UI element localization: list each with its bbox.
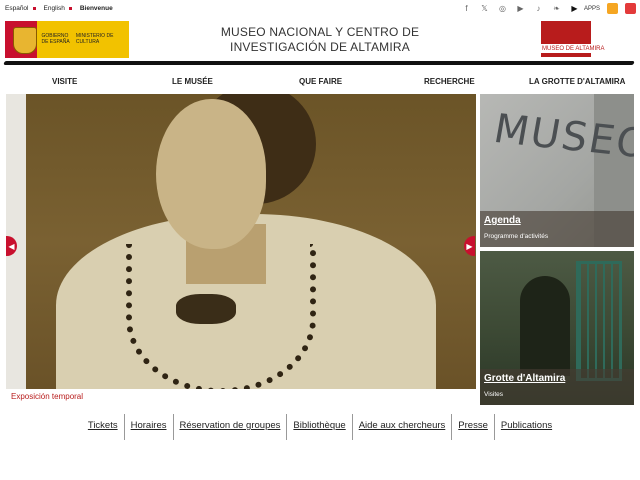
- cave-entrance: [520, 276, 570, 376]
- link-reservation[interactable]: Réservation de groupes: [172, 414, 287, 440]
- bluesky-icon[interactable]: ❧: [551, 3, 562, 14]
- apps-label[interactable]: APPS: [584, 6, 600, 12]
- link-tickets[interactable]: Tickets: [82, 414, 124, 440]
- card-grotte[interactable]: Grotte d'Altamira Visites: [480, 251, 634, 405]
- coat-of-arms-icon: [5, 21, 38, 58]
- play-icon[interactable]: ▶: [569, 3, 580, 14]
- site-title-line-2: INVESTIGACIÓN DE ALTAMIRA: [230, 40, 410, 54]
- x-icon[interactable]: 𝕏: [479, 3, 490, 14]
- museum-logo[interactable]: MUSEO DE ALTAMIRA: [541, 21, 604, 57]
- museum-logo-text: MUSEO DE ALTAMIRA: [542, 46, 605, 52]
- quick-links: Tickets Horaires Réservation de groupes …: [0, 414, 640, 440]
- top-bar: Español English Bienvenue f 𝕏 ◎ ▶ ♪ ❧ ▶ …: [0, 0, 640, 19]
- instagram-icon[interactable]: ◎: [497, 3, 508, 14]
- site-title[interactable]: MUSEO NACIONAL Y CENTRO DE INVESTIGACIÓN…: [200, 25, 440, 55]
- language-switcher: Español English Bienvenue: [5, 5, 113, 12]
- link-bibliotheque[interactable]: Bibliothèque: [286, 414, 351, 440]
- facebook-icon[interactable]: f: [461, 3, 472, 14]
- site-title-line-1: MUSEO NACIONAL Y CENTRO DE: [220, 25, 420, 39]
- link-aide[interactable]: Aide aux chercheurs: [351, 414, 452, 440]
- app-store-icon[interactable]: [607, 3, 618, 14]
- youtube-icon[interactable]: ▶: [515, 3, 526, 14]
- link-horaires[interactable]: Horaires: [123, 414, 173, 440]
- language-fr[interactable]: Bienvenue: [80, 5, 113, 12]
- cave-gate: [576, 261, 622, 381]
- government-logo[interactable]: GOBIERNO DE ESPAÑA MINISTERIO DE CULTURA: [5, 21, 129, 58]
- nav-le-musee[interactable]: LE MUSÉE: [172, 77, 213, 86]
- tiktok-icon[interactable]: ♪: [533, 3, 544, 14]
- card-agenda-subtitle: Programme d'activités: [484, 233, 549, 240]
- separator-icon: [32, 7, 36, 10]
- portrait-face: [156, 99, 266, 249]
- nav-la-grotte[interactable]: LA GROTTE D'ALTAMIRA: [529, 77, 625, 86]
- language-es[interactable]: Español: [5, 5, 36, 12]
- gov-line-1: GOBIERNO DE ESPAÑA: [41, 33, 70, 45]
- nav-visite[interactable]: VISITE: [52, 77, 77, 86]
- hero-caption[interactable]: Exposición temporal: [6, 389, 476, 405]
- card-agenda-title: Agenda: [484, 215, 521, 226]
- hero-caption-text: Exposición temporal: [11, 392, 84, 401]
- link-publications[interactable]: Publications: [493, 414, 558, 440]
- brush-divider: [3, 61, 635, 65]
- hero-carousel[interactable]: [6, 94, 476, 389]
- nav-que-faire[interactable]: QUE FAIRE: [299, 77, 342, 86]
- gov-line-2: MINISTERIO DE CULTURA: [75, 33, 114, 45]
- separator-icon: [68, 7, 72, 10]
- main-nav: VISITE LE MUSÉE QUE FAIRE RECHERCHE LA G…: [0, 73, 640, 91]
- nav-recherche[interactable]: RECHERCHE: [424, 77, 475, 86]
- card-grotte-subtitle: Visites: [484, 391, 504, 398]
- card-agenda[interactable]: MUSEO Agenda Programme d'activités: [480, 94, 634, 247]
- app-icon[interactable]: [625, 3, 636, 14]
- language-en[interactable]: English: [44, 5, 72, 12]
- card-grotte-title: Grotte d'Altamira: [484, 373, 566, 384]
- social-links: f 𝕏 ◎ ▶ ♪ ❧ ▶ APPS: [461, 3, 636, 14]
- link-presse[interactable]: Presse: [451, 414, 494, 440]
